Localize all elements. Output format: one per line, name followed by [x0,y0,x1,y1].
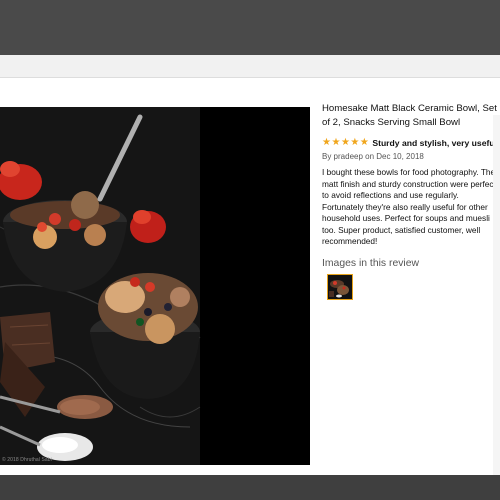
review-details-panel: Homesake Matt Black Ceramic Bowl, Set of… [322,102,500,300]
star-rating: ★ ★ ★ ★ ★ [322,138,369,148]
star-icon: ★ [350,137,360,148]
photo-credit: © 2018 Dhruthal Sabi [2,457,52,463]
review-title-link[interactable]: Sturdy and stylish, very useful [372,138,497,148]
star-icon: ★ [359,137,369,148]
thumbnail-image [328,274,352,299]
images-section-heading: Images in this review [322,257,420,269]
review-body-text: I bought these bowls for food photograph… [322,167,496,246]
star-icon: ★ [331,137,341,148]
review-photo: © 2018 Dhruthal Sabi [0,107,310,465]
review-byline: By pradeep on Dec 10, 2018 [322,152,424,161]
product-title-link[interactable]: Homesake Matt Black Ceramic Bowl, Set of… [322,102,500,130]
overlay-backdrop-bottom [0,475,500,500]
food-photo-image [0,107,310,465]
star-icon: ★ [322,137,331,148]
review-image-thumbnail[interactable] [327,273,353,300]
details-scrollbar[interactable] [493,115,500,475]
overlay-backdrop-top [0,0,500,55]
review-image-modal: © 2018 Dhruthal Sabi Homesake Matt Black… [0,55,500,475]
review-header: ★ ★ ★ ★ ★ Sturdy and stylish, very usefu… [322,138,500,149]
star-icon: ★ [340,137,350,148]
modal-header [0,55,500,78]
